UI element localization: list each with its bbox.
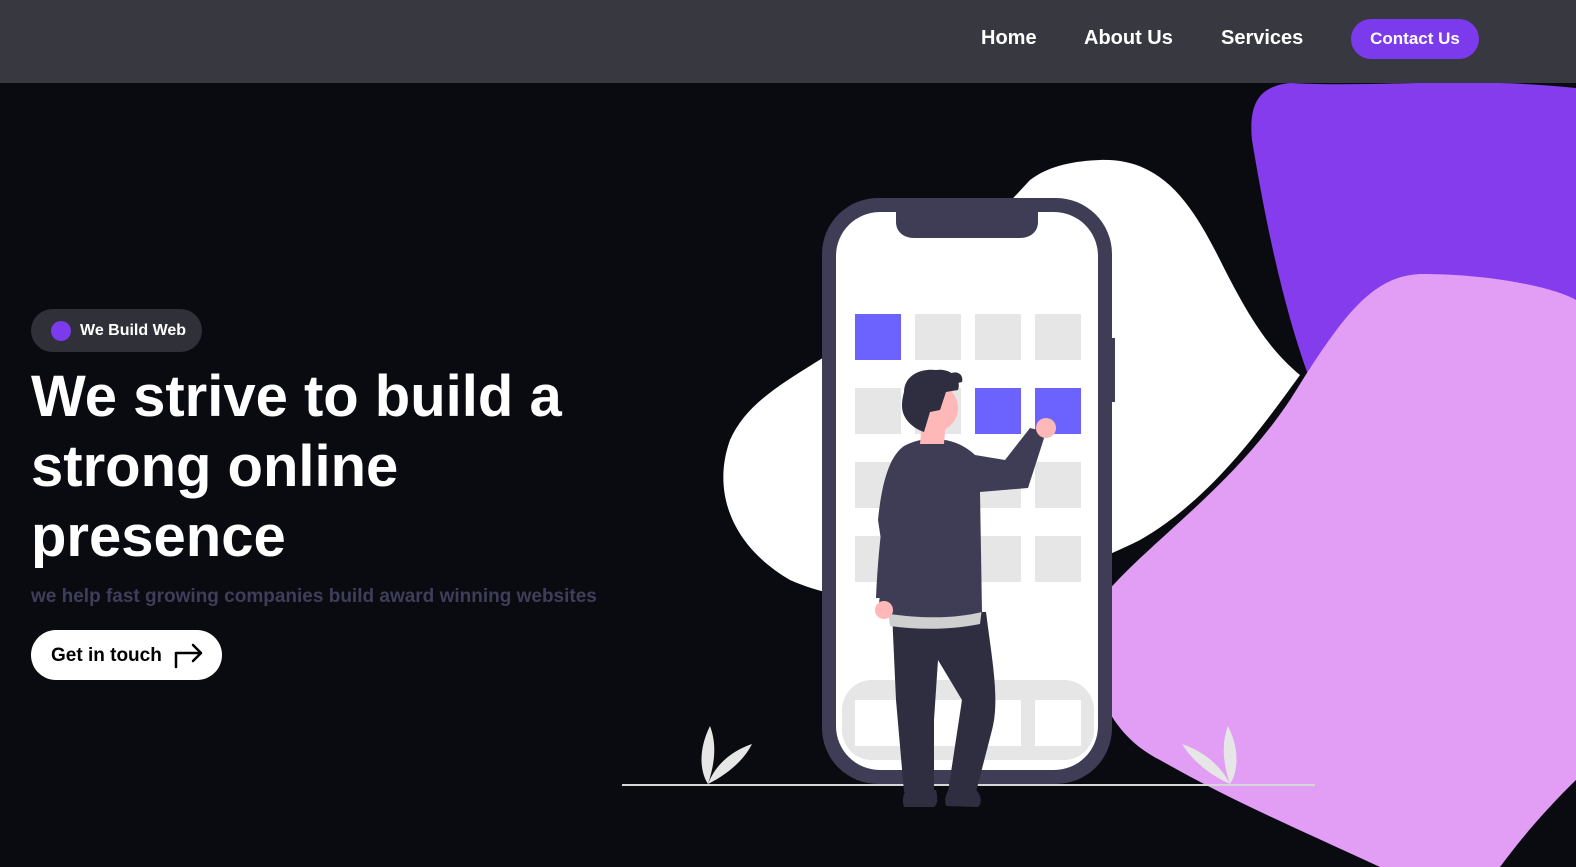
plant-left-icon: [701, 726, 752, 784]
dock-tile: [855, 700, 901, 746]
app-tile: [915, 314, 961, 360]
hero-headline: We strive to build a strong online prese…: [31, 362, 631, 572]
app-tile: [975, 388, 1021, 434]
app-tile: [855, 314, 901, 360]
app-tile: [975, 314, 1021, 360]
app-tile: [975, 536, 1021, 582]
top-navbar: Home About Us Services Contact Us: [0, 0, 1576, 83]
dock-tile: [1035, 700, 1081, 746]
nav-services-link[interactable]: Services: [1221, 27, 1303, 50]
hero-section: We Build Web We strive to build a strong…: [0, 83, 1576, 867]
nav-about-link[interactable]: About Us: [1084, 27, 1173, 50]
headline-line: strong online: [31, 434, 399, 499]
nav-home-link[interactable]: Home: [981, 27, 1037, 50]
headline-line: We strive to build a: [31, 364, 562, 429]
dot-icon: [51, 321, 71, 341]
arrow-turn-right-icon: [174, 643, 203, 669]
app-tile: [1035, 536, 1081, 582]
app-tile: [1035, 314, 1081, 360]
we-build-web-badge: We Build Web: [31, 309, 202, 352]
get-in-touch-label: Get in touch: [51, 645, 162, 666]
app-tile: [855, 388, 901, 434]
get-in-touch-button[interactable]: Get in touch: [31, 630, 222, 680]
hero-subtitle: we help fast growing companies build awa…: [31, 586, 597, 607]
headline-line: presence: [31, 504, 286, 569]
contact-us-button[interactable]: Contact Us: [1351, 19, 1479, 59]
phone-notch: [896, 212, 1038, 238]
badge-label: We Build Web: [80, 322, 187, 339]
app-tile: [1035, 462, 1081, 508]
